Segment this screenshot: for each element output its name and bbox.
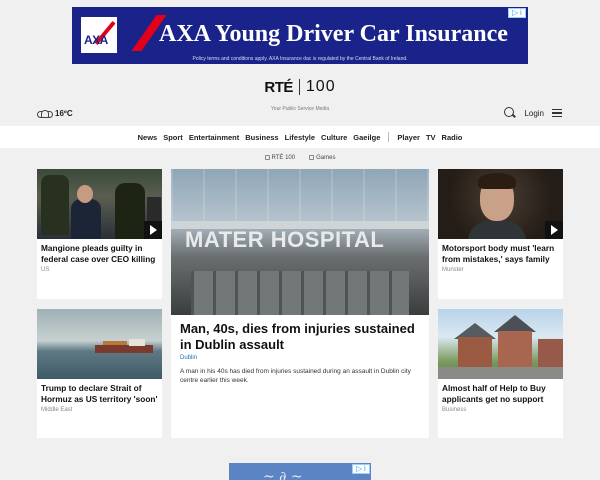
story-card-motorsport[interactable]: Motorsport body must 'learn from mistake… xyxy=(438,169,563,299)
cloud-icon xyxy=(37,109,53,118)
subnav-item-rte100[interactable]: RTÉ 100 xyxy=(265,155,296,161)
logo-divider xyxy=(298,79,300,95)
nav-item-culture[interactable]: Culture xyxy=(321,133,347,142)
axa-ad-banner[interactable]: AXA AXA Young Driver Car Insurance Polic… xyxy=(72,7,528,64)
story-tag[interactable]: Business xyxy=(438,405,563,415)
nav-item-player[interactable]: Player xyxy=(397,133,420,142)
rte-100-logo[interactable]: RTÉ 100 xyxy=(264,78,335,96)
weather-widget[interactable]: 16ºC xyxy=(37,109,73,118)
logo-rte-text: RTÉ xyxy=(264,78,293,96)
ad-disclaimer: Policy terms and conditions apply. AXA I… xyxy=(192,56,408,62)
nav-item-business[interactable]: Business xyxy=(245,133,278,142)
site-brand[interactable]: RTÉ 100 xyxy=(0,78,600,97)
axa-logo: AXA xyxy=(79,15,119,55)
search-icon[interactable] xyxy=(504,107,516,119)
story-tag[interactable]: Middle East xyxy=(37,405,162,415)
story-image[interactable] xyxy=(37,169,162,239)
story-summary: A man in his 40s has died from injuries … xyxy=(180,368,411,384)
story-card-hormuz[interactable]: Trump to declare Strait of Hormuz as US … xyxy=(37,309,162,438)
weather-temperature: 16ºC xyxy=(55,109,73,118)
ad-headline: AXA Young Driver Car Insurance xyxy=(159,21,508,47)
story-card-help-to-buy[interactable]: Almost half of Help to Buy applicants ge… xyxy=(438,309,563,438)
ad-choices-icon[interactable]: ▷ i xyxy=(352,464,370,474)
bottom-ad-banner[interactable]: ~ ∂ ~ ▷ i xyxy=(229,463,371,480)
nav-item-sport[interactable]: Sport xyxy=(163,133,183,142)
story-title[interactable]: Motorsport body must 'learn from mistake… xyxy=(438,239,563,265)
story-title[interactable]: Almost half of Help to Buy applicants ge… xyxy=(438,379,563,405)
story-tag[interactable]: US xyxy=(37,265,162,275)
hamburger-menu-icon[interactable] xyxy=(552,109,562,117)
nav-item-tv[interactable]: TV xyxy=(426,133,436,142)
nav-item-entertainment[interactable]: Entertainment xyxy=(189,133,239,142)
story-card-mangione[interactable]: Mangione pleads guilty in federal case o… xyxy=(37,169,162,299)
story-title[interactable]: Mangione pleads guilty in federal case o… xyxy=(37,239,162,265)
subnav-item-games[interactable]: Games xyxy=(309,155,335,161)
nav-item-radio[interactable]: Radio xyxy=(442,133,463,142)
story-image[interactable] xyxy=(37,309,162,379)
nav-divider xyxy=(388,132,390,142)
nav-item-lifestyle[interactable]: Lifestyle xyxy=(285,133,315,142)
story-tag[interactable]: Munster xyxy=(438,265,563,275)
story-card-dublin-assault[interactable]: MATER HOSPITAL Man, 40s, dies from injur… xyxy=(171,169,429,438)
video-play-icon xyxy=(144,221,162,239)
nav-item-gaeilge[interactable]: Gaeilge xyxy=(353,133,380,142)
nav-item-news[interactable]: News xyxy=(138,133,158,142)
story-image[interactable]: MATER HOSPITAL xyxy=(171,169,429,315)
story-image[interactable] xyxy=(438,309,563,379)
story-image[interactable] xyxy=(438,169,563,239)
login-link[interactable]: Login xyxy=(524,109,544,118)
story-tag[interactable]: Dublin xyxy=(171,353,429,363)
hospital-sign: MATER HOSPITAL xyxy=(185,227,385,252)
story-title[interactable]: Trump to declare Strait of Hormuz as US … xyxy=(37,379,162,405)
main-nav: News Sport Entertainment Business Lifest… xyxy=(0,126,600,148)
ad-choices-icon[interactable]: ▷ i xyxy=(508,8,526,18)
ad-artwork: ~ ∂ ~ xyxy=(263,469,303,480)
logo-100-text: 100 xyxy=(305,78,336,95)
video-play-icon xyxy=(545,221,563,239)
sub-nav: RTÉ 100 Games xyxy=(0,155,600,161)
story-title[interactable]: Man, 40s, dies from injuries sustained i… xyxy=(171,315,429,353)
header-actions: Login xyxy=(504,107,562,119)
